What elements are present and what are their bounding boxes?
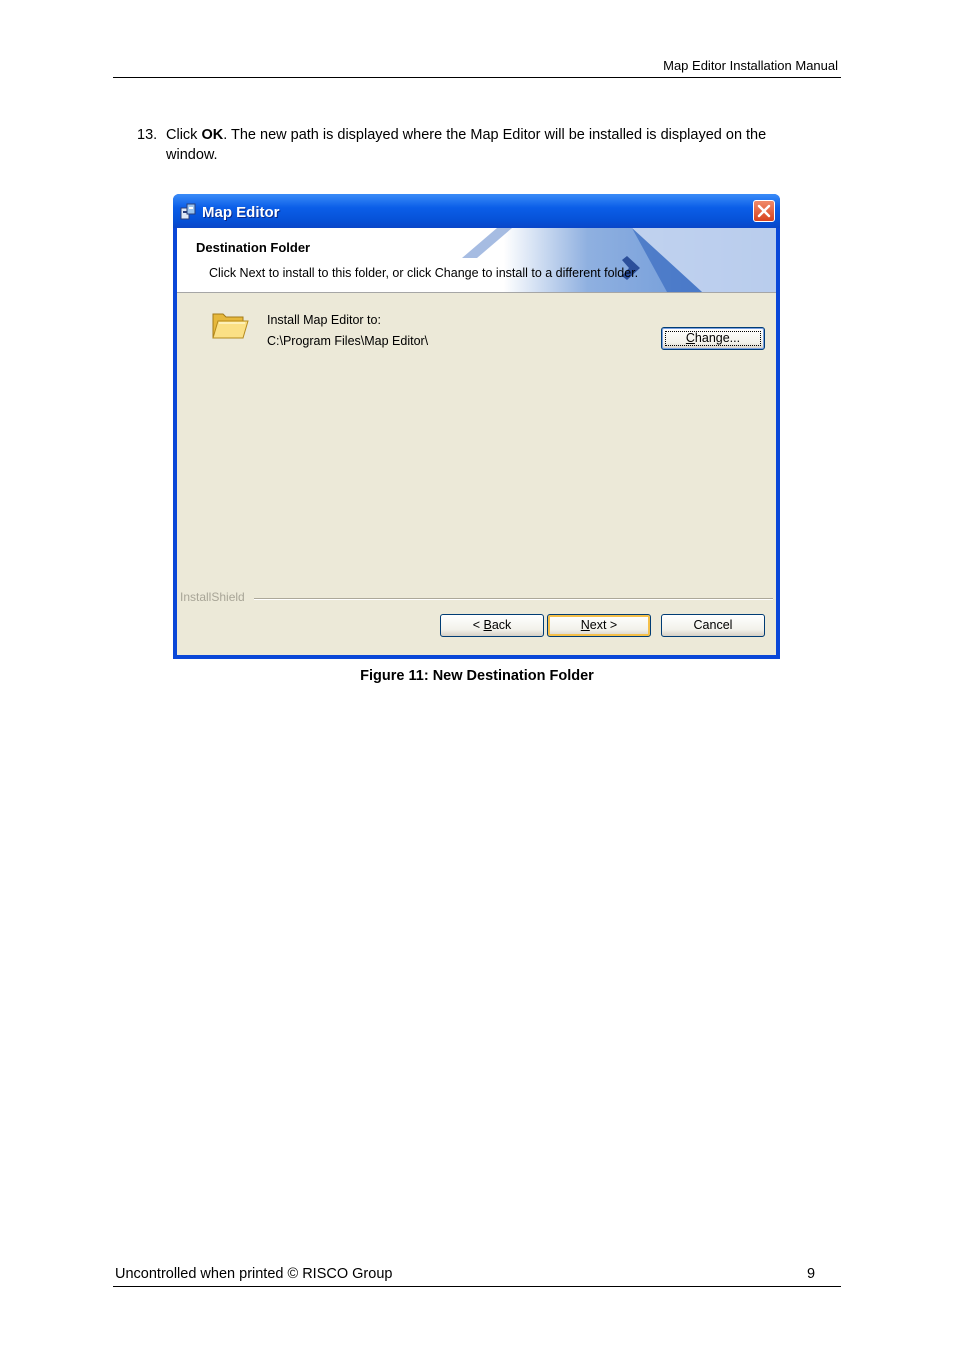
installer-dialog: Map Editor Destination Folder Click Next… — [173, 194, 780, 659]
page-header-title: Map Editor Installation Manual — [663, 58, 838, 73]
step-text-after: . The new path is displayed where the Ma… — [166, 127, 767, 163]
step-bold-ok: OK — [201, 127, 224, 143]
back-label: ack — [491, 618, 512, 632]
banner: Destination Folder Click Next to install… — [177, 228, 776, 293]
dialog-client: Destination Folder Click Next to install… — [177, 228, 776, 655]
banner-title: Destination Folder — [196, 240, 311, 255]
page-number: 9 — [807, 1266, 816, 1282]
header-rule — [113, 77, 841, 78]
footer-text: Uncontrolled when printed © RISCO Group — [115, 1266, 393, 1282]
dialog-title: Map Editor — [202, 204, 280, 221]
install-label: Install Map Editor to: — [267, 313, 381, 327]
close-icon — [757, 204, 771, 218]
step-number: 13. — [137, 127, 158, 143]
step-13: 13. Click OK. The new path is displayed … — [137, 125, 817, 165]
titlebar[interactable]: Map Editor — [173, 194, 780, 228]
change-button[interactable]: Change... — [661, 327, 765, 350]
footer-rule — [113, 1286, 841, 1287]
next-label: ext > — [589, 618, 618, 632]
step-text-before: Click — [166, 127, 202, 143]
installer-app-icon — [179, 202, 197, 220]
next-button[interactable]: Next > — [547, 614, 651, 637]
cancel-button[interactable]: Cancel — [661, 614, 765, 637]
figure-caption: Figure 11: New Destination Folder — [360, 668, 594, 684]
installshield-label: InstallShield — [180, 590, 245, 604]
install-path: C:\Program Files\Map Editor\ — [267, 334, 429, 348]
folder-icon — [211, 308, 249, 347]
banner-graphic — [357, 228, 776, 292]
back-prefix: < — [472, 618, 484, 632]
back-button[interactable]: < Back — [440, 614, 544, 637]
close-button[interactable] — [753, 200, 775, 222]
installshield-divider — [254, 598, 773, 600]
next-accel: N — [580, 618, 590, 632]
back-accel: B — [483, 618, 492, 632]
banner-description: Click Next to install to this folder, or… — [209, 266, 639, 280]
